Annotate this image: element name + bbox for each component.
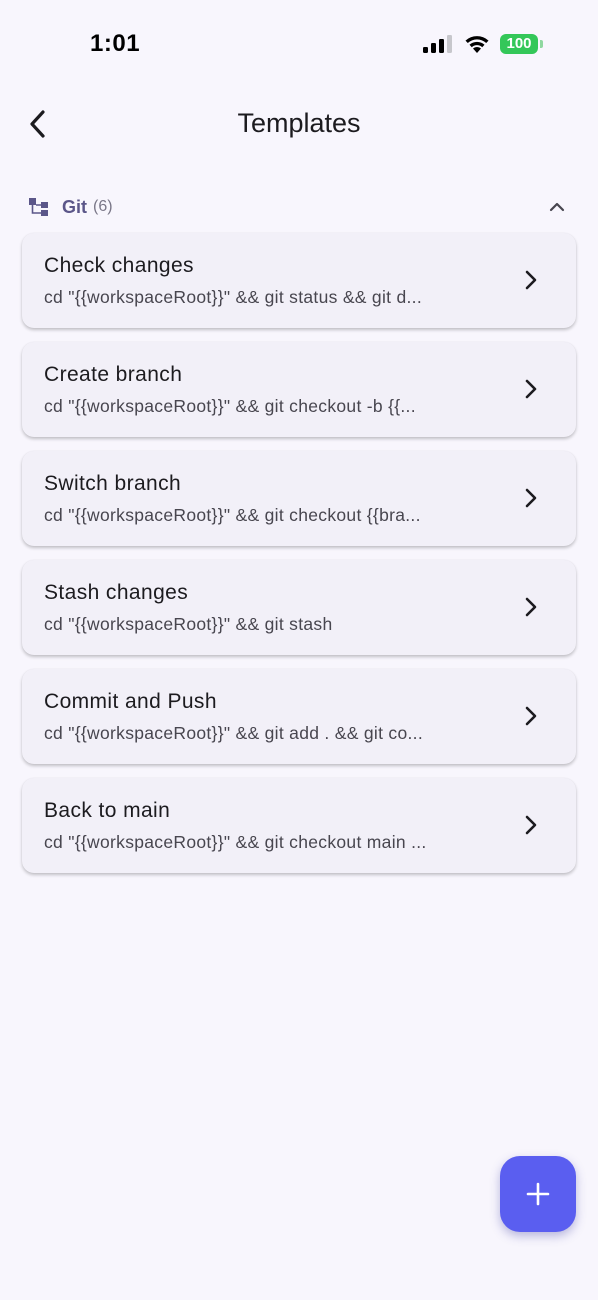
template-title: Switch branch <box>44 472 182 495</box>
section-header-git[interactable]: Git (6) <box>22 190 576 224</box>
cellular-signal-icon <box>423 35 452 53</box>
status-bar: 1:01 100 <box>0 0 598 88</box>
template-card[interactable]: Stash changes cd "{{workspaceRoot}}" && … <box>22 560 576 655</box>
template-list: Check changes cd "{{workspaceRoot}}" && … <box>22 233 576 887</box>
chevron-right-icon <box>525 597 537 617</box>
add-template-button[interactable] <box>500 1156 576 1232</box>
template-title: Back to main <box>44 799 171 822</box>
template-command: cd "{{workspaceRoot}}" && git status && … <box>44 287 422 307</box>
template-command: cd "{{workspaceRoot}}" && git checkout m… <box>44 832 427 852</box>
app-bar: Templates <box>0 88 598 160</box>
template-card[interactable]: Back to main cd "{{workspaceRoot}}" && g… <box>22 778 576 873</box>
template-card[interactable]: Switch branch cd "{{workspaceRoot}}" && … <box>22 451 576 546</box>
section-label: Git <box>62 196 87 217</box>
template-command: cd "{{workspaceRoot}}" && git add . && g… <box>44 723 423 743</box>
battery-icon: 100 <box>500 34 544 54</box>
template-title: Check changes <box>44 254 194 277</box>
chevron-up-icon[interactable] <box>546 196 568 218</box>
template-command: cd "{{workspaceRoot}}" && git checkout {… <box>44 505 421 525</box>
chevron-right-icon <box>525 379 537 399</box>
git-tree-icon <box>29 198 48 216</box>
template-card[interactable]: Check changes cd "{{workspaceRoot}}" && … <box>22 233 576 328</box>
wifi-icon <box>465 36 489 53</box>
chevron-right-icon <box>525 270 537 290</box>
plus-icon <box>526 1182 550 1206</box>
template-title: Create branch <box>44 363 183 386</box>
template-card[interactable]: Commit and Push cd "{{workspaceRoot}}" &… <box>22 669 576 764</box>
chevron-right-icon <box>525 815 537 835</box>
battery-level: 100 <box>500 34 538 54</box>
chevron-right-icon <box>525 706 537 726</box>
section-count: (6) <box>93 198 113 215</box>
template-title: Stash changes <box>44 581 189 604</box>
template-title: Commit and Push <box>44 690 217 713</box>
template-card[interactable]: Create branch cd "{{workspaceRoot}}" && … <box>22 342 576 437</box>
template-command: cd "{{workspaceRoot}}" && git stash <box>44 614 333 634</box>
status-time: 1:01 <box>90 30 141 57</box>
page-title: Templates <box>237 108 361 138</box>
template-command: cd "{{workspaceRoot}}" && git checkout -… <box>44 396 416 416</box>
chevron-right-icon <box>525 488 537 508</box>
battery-tip <box>540 40 543 48</box>
